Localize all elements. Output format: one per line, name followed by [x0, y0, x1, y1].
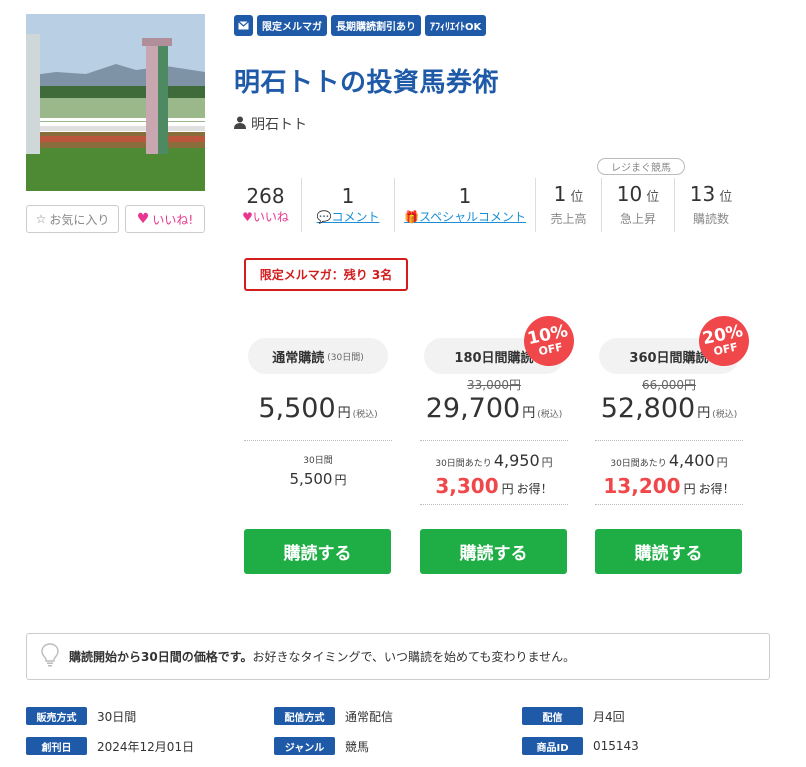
page-title: 明石トトの投資馬券術: [234, 68, 500, 98]
tag-affiliate: ｱﾌｨﾘｴｲﾄOK: [425, 15, 487, 36]
price-notice: 購読開始から30日間の価格です。お好きなタイミングで、いつ購読を始めても変わりま…: [26, 633, 770, 680]
info-product-id: 商品ID 015143: [522, 737, 639, 755]
favorite-label: お気に入り: [49, 212, 110, 227]
rank-rising-label: 急上昇: [619, 212, 656, 226]
special-comments-count: 1: [458, 184, 472, 208]
plan-name: 360日間購読: [629, 350, 709, 366]
stats-bar: 268 ♥いいね 1 💬コメント 1 🎁スペシャルコメント 1位 売上高 10 位…: [230, 178, 747, 232]
rank-subscribers-label: 購読数: [692, 212, 729, 226]
star-icon: ☆: [35, 212, 47, 226]
subscribe-button[interactable]: 購読する: [595, 529, 742, 574]
author[interactable]: 明石トト: [234, 114, 307, 134]
info-sales-method: 販売方式 30日間: [26, 707, 136, 725]
plan-name: 180日間購読: [454, 350, 534, 366]
mail-icon: [234, 15, 253, 36]
stat-rank-sales: 1位 売上高: [536, 178, 602, 232]
plan-savings: 13,200 円お得！: [603, 474, 735, 498]
subscribe-button[interactable]: 購読する: [244, 529, 391, 574]
plan-per-label: 30日間: [303, 456, 333, 466]
original-price: 66,000円: [642, 378, 696, 392]
tag-limited: 限定メルマガ: [257, 15, 327, 36]
comments-count: 1: [341, 184, 355, 208]
notice-text: お好きなタイミングで、いつ購読を始めても変わりません。: [252, 650, 576, 664]
plan-per-price: 5,500 円: [289, 470, 347, 488]
info-delivery-method: 配信方式 通常配信: [274, 707, 393, 725]
plan-name: 通常購読: [272, 350, 325, 366]
plan-180days: 180日間購読 10% OFF 33,000円 29,700 円 (税込) 30日間…: [420, 311, 579, 574]
rank-category-badge: レジまぐ競馬: [597, 158, 685, 175]
plan-per-price: 30日間あたり 4,950 円: [435, 451, 553, 470]
heart-icon: ♥: [136, 211, 150, 227]
plan-per-price: 30日間あたり 4,400 円: [610, 451, 728, 470]
divider: [420, 504, 568, 505]
special-comments-label: スペシャルコメント: [419, 210, 526, 224]
info-launch-date: 創刊日 2024年12月01日: [26, 737, 194, 755]
lightbulb-icon: [41, 643, 59, 670]
plan-price: 52,800 円 (税込): [600, 393, 738, 424]
likes-label: いいね: [252, 210, 289, 224]
speech-bubble-icon: 💬: [316, 210, 332, 224]
divider: [420, 440, 568, 441]
info-genre: ジャンル 競馬: [274, 737, 369, 755]
divider: [595, 504, 743, 505]
divider: [595, 440, 743, 441]
likes-count: 268: [246, 184, 285, 208]
plan-savings: 3,300 円お得！: [435, 474, 553, 498]
notice-bold: 購読開始から30日間の価格です。: [69, 650, 253, 664]
rank-subscribers-value: 13: [689, 182, 716, 206]
heart-icon: ♥: [242, 210, 253, 224]
user-icon: [234, 116, 246, 133]
tag-long-discount: 長期購読割引あり: [331, 15, 421, 36]
comments-label: コメント: [331, 210, 380, 224]
plan-360days: 360日間購読 20% OFF 66,000円 52,800 円 (税込) 30日間…: [595, 311, 754, 574]
rank-unit: 位: [719, 190, 733, 205]
rank-unit: 位: [570, 190, 584, 205]
divider: [244, 440, 392, 441]
rank-sales-value: 1: [553, 182, 567, 206]
like-label: いいね!: [152, 212, 194, 227]
stat-likes[interactable]: 268 ♥いいね: [230, 178, 302, 232]
plan-name-sub: (30日間): [327, 352, 364, 363]
limited-remaining-notice: 限定メルマガ：残り 3名: [244, 258, 408, 291]
stat-comments[interactable]: 1 💬コメント: [302, 178, 395, 232]
favorite-button[interactable]: ☆ お気に入り: [26, 205, 119, 233]
rank-sales-label: 売上高: [550, 212, 587, 226]
author-name: 明石トト: [251, 117, 307, 133]
like-button[interactable]: ♥ いいね!: [125, 205, 205, 233]
gift-icon: 🎁: [404, 210, 420, 224]
info-delivery-frequency: 配信 月4回: [522, 707, 625, 725]
magazine-thumbnail: [26, 14, 205, 191]
plan-price: 5,500 円 (税込): [258, 393, 378, 424]
rank-rising-value: 10: [616, 182, 643, 206]
stat-rank-subscribers: 13 位 購読数: [675, 178, 747, 232]
rank-unit: 位: [646, 190, 660, 205]
plan-normal: 通常購読 (30日間) 5,500 円 (税込) 30日間 5,500 円 購読する: [244, 330, 392, 574]
subscribe-button[interactable]: 購読する: [420, 529, 567, 574]
tag-list: 限定メルマガ 長期購読割引あり ｱﾌｨﾘｴｲﾄOK: [234, 15, 487, 36]
stat-rank-rising: 10 位 急上昇: [602, 178, 675, 232]
plan-price: 29,700 円 (税込): [425, 393, 563, 424]
stat-special-comments[interactable]: 1 🎁スペシャルコメント: [395, 178, 536, 232]
original-price: 33,000円: [467, 378, 521, 392]
